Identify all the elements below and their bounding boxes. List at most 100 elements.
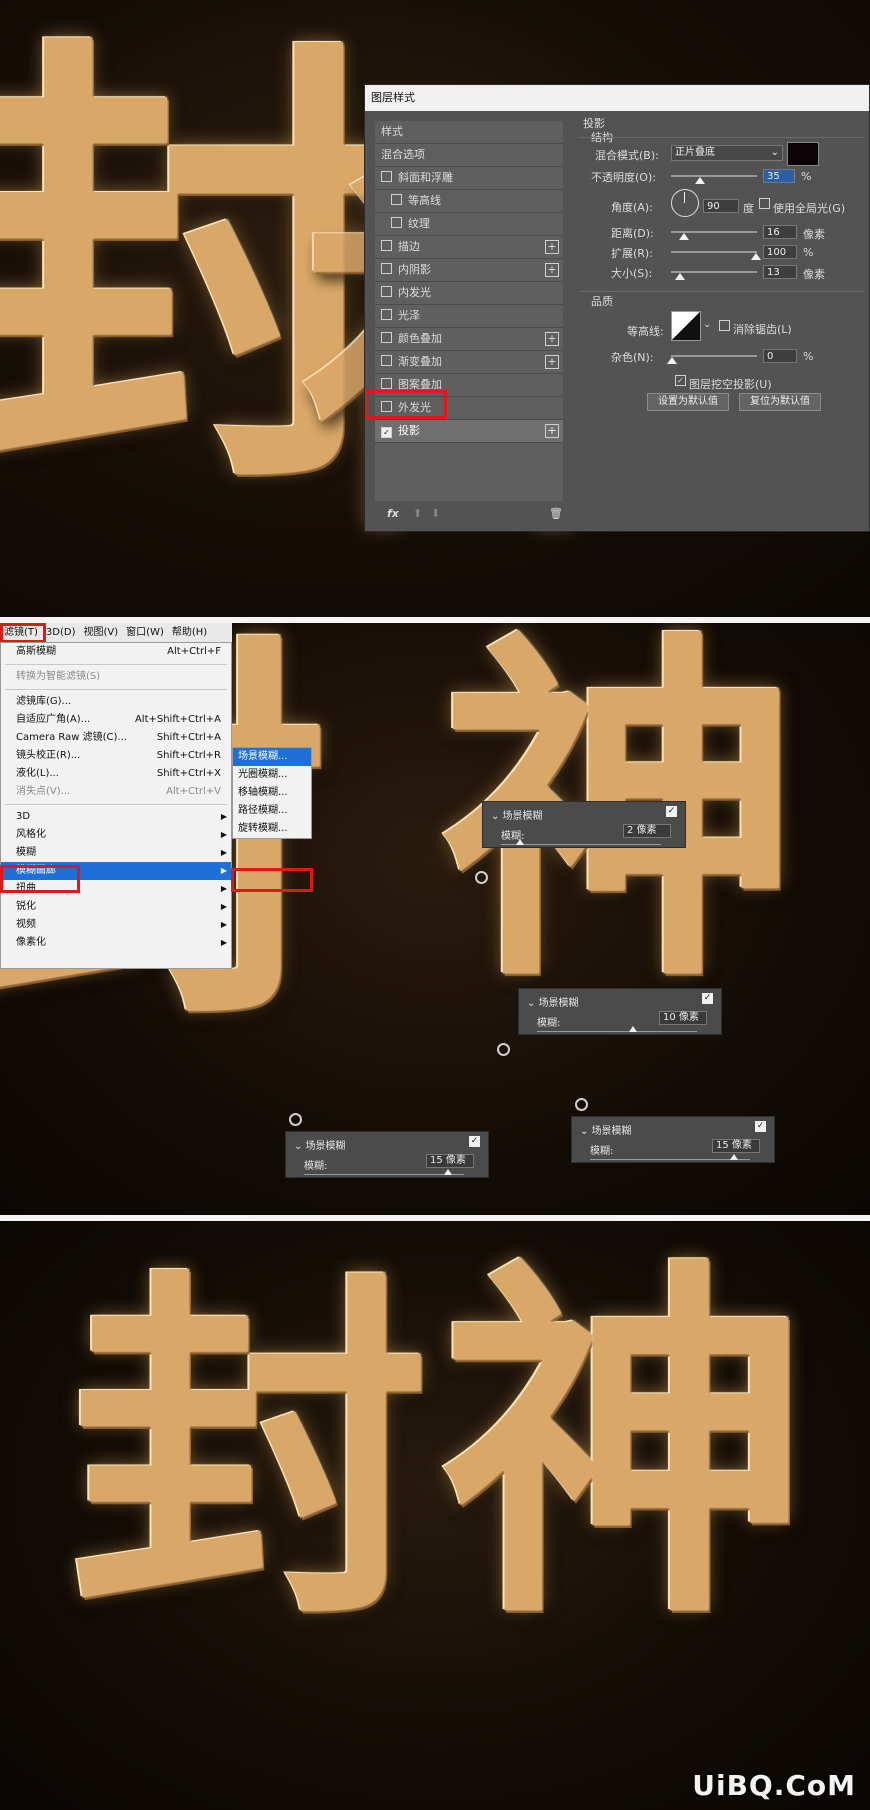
style-checkbox[interactable]: [391, 194, 402, 205]
menu-3[interactable]: 窗口(W): [122, 623, 168, 642]
contour-preview[interactable]: [671, 311, 701, 341]
blur-enable-checkbox[interactable]: ✓: [469, 1136, 480, 1147]
blend-options[interactable]: 混合选项: [375, 144, 563, 167]
style-checkbox[interactable]: [381, 240, 392, 251]
filter-menu-item[interactable]: 视频 ▶: [1, 916, 231, 934]
style-item[interactable]: 渐变叠加 +: [375, 351, 563, 374]
move-up-icon[interactable]: ⬆: [413, 507, 422, 520]
noise-slider[interactable]: [671, 355, 757, 357]
blur-slider-thumb[interactable]: [516, 839, 525, 845]
blur-pin[interactable]: [289, 1113, 302, 1126]
distance-thumb[interactable]: [679, 233, 689, 240]
blur-slider[interactable]: [501, 844, 661, 845]
filter-menu-item[interactable]: Camera Raw 滤镜(C)... Shift+Ctrl+A: [1, 729, 231, 747]
style-item[interactable]: 斜面和浮雕: [375, 167, 563, 190]
blur-value-input[interactable]: 15 像素: [426, 1154, 474, 1168]
blur-widget-4[interactable]: ⌄ 场景模糊 ✓ 模糊: 15 像素: [571, 1116, 775, 1163]
style-item[interactable]: 描边 +: [375, 236, 563, 259]
style-checkbox[interactable]: [391, 217, 402, 228]
add-icon[interactable]: +: [545, 355, 559, 369]
global-light-checkbox[interactable]: [759, 198, 770, 209]
blur-gallery-item[interactable]: 场景模糊...: [233, 748, 311, 766]
blur-pin[interactable]: [475, 871, 488, 884]
style-checkbox[interactable]: [381, 332, 392, 343]
filter-menu-item[interactable]: 液化(L)... Shift+Ctrl+X: [1, 765, 231, 783]
blur-pin[interactable]: [575, 1098, 588, 1111]
blur-value-input[interactable]: 2 像素: [623, 824, 671, 838]
add-icon[interactable]: +: [545, 424, 559, 438]
angle-input[interactable]: 90: [703, 199, 739, 213]
add-icon[interactable]: +: [545, 240, 559, 254]
blur-enable-checkbox[interactable]: ✓: [666, 806, 677, 817]
filter-menu-item[interactable]: 模糊 ▶: [1, 844, 231, 862]
styles-header[interactable]: 样式: [375, 121, 563, 144]
noise-input[interactable]: 0: [763, 349, 797, 363]
blur-gallery-item[interactable]: 旋转模糊...: [233, 820, 311, 838]
style-item[interactable]: 光泽: [375, 305, 563, 328]
blur-widget-2[interactable]: ⌄ 场景模糊 ✓ 模糊: 10 像素: [518, 988, 722, 1035]
style-checkbox[interactable]: [381, 355, 392, 366]
size-input[interactable]: 13: [763, 265, 797, 279]
distance-input[interactable]: 16: [763, 225, 797, 239]
filter-menu-item[interactable]: 像素化 ▶: [1, 934, 231, 952]
knockout-checkbox[interactable]: ✓: [675, 375, 686, 386]
noise-thumb[interactable]: [667, 357, 677, 364]
filter-menu-item[interactable]: 锐化 ▶: [1, 898, 231, 916]
style-checkbox[interactable]: [381, 171, 392, 182]
opacity-thumb[interactable]: [695, 177, 705, 184]
blur-widget-3[interactable]: ⌄ 场景模糊 ✓ 模糊: 15 像素: [285, 1131, 489, 1178]
blur-slider[interactable]: [537, 1031, 697, 1032]
menu-1[interactable]: 3D(D): [42, 623, 80, 642]
opacity-slider[interactable]: [671, 175, 757, 177]
menu-2[interactable]: 视图(V): [80, 623, 123, 642]
style-item[interactable]: ✓ 投影 +: [375, 420, 563, 443]
blur-pin[interactable]: [497, 1043, 510, 1056]
blur-gallery-item[interactable]: 路径模糊...: [233, 802, 311, 820]
filter-menu-item[interactable]: 滤镜库(G)...: [1, 693, 231, 711]
spread-input[interactable]: 100: [763, 245, 797, 259]
blur-widget-1[interactable]: ⌄ 场景模糊 ✓ 模糊: 2 像素: [482, 801, 686, 848]
style-item[interactable]: 等高线: [375, 190, 563, 213]
angle-dial[interactable]: [671, 189, 699, 217]
style-item[interactable]: 内发光: [375, 282, 563, 305]
blur-enable-checkbox[interactable]: ✓: [755, 1121, 766, 1132]
blur-value-input[interactable]: 10 像素: [659, 1011, 707, 1025]
filter-menu-item[interactable]: 自适应广角(A)... Alt+Shift+Ctrl+A: [1, 711, 231, 729]
menu-4[interactable]: 帮助(H): [168, 623, 211, 642]
filter-menu-item[interactable]: 高斯模糊 Alt+Ctrl+F: [1, 643, 231, 661]
style-item[interactable]: 纹理: [375, 213, 563, 236]
move-down-icon[interactable]: ⬇: [431, 507, 440, 520]
blur-slider-thumb[interactable]: [444, 1169, 452, 1175]
add-icon[interactable]: +: [545, 332, 559, 346]
filter-menu-item[interactable]: 镜头校正(R)... Shift+Ctrl+R: [1, 747, 231, 765]
style-checkbox[interactable]: ✓: [381, 427, 392, 438]
antialias-checkbox[interactable]: [719, 320, 730, 331]
add-icon[interactable]: +: [545, 263, 559, 277]
style-checkbox[interactable]: [381, 263, 392, 274]
size-thumb[interactable]: [675, 273, 685, 280]
trash-icon[interactable]: 🗑: [549, 507, 563, 520]
style-checkbox[interactable]: [381, 286, 392, 297]
set-default-button[interactable]: 设置为默认值: [647, 393, 729, 411]
blur-slider[interactable]: [590, 1159, 750, 1160]
blend-mode-select[interactable]: 正片叠底 ⌄: [671, 145, 783, 161]
blur-slider-thumb[interactable]: [629, 1026, 637, 1032]
spread-thumb[interactable]: [751, 253, 761, 260]
blur-enable-checkbox[interactable]: ✓: [702, 993, 713, 1004]
blur-gallery-item[interactable]: 光圈模糊...: [233, 766, 311, 784]
spread-slider[interactable]: [671, 251, 757, 253]
style-checkbox[interactable]: [381, 378, 392, 389]
chevron-down-icon[interactable]: ⌄: [703, 319, 711, 330]
filter-menu-item[interactable]: 3D ▶: [1, 808, 231, 826]
shadow-color-swatch[interactable]: [787, 142, 819, 166]
blur-slider-thumb[interactable]: [730, 1154, 738, 1160]
filter-menu-item[interactable]: 风格化 ▶: [1, 826, 231, 844]
blur-gallery-item[interactable]: 移轴模糊...: [233, 784, 311, 802]
style-item[interactable]: 颜色叠加 +: [375, 328, 563, 351]
blur-slider[interactable]: [304, 1174, 464, 1175]
opacity-input[interactable]: 35: [763, 169, 795, 183]
fx-icon[interactable]: fx: [387, 507, 399, 520]
style-checkbox[interactable]: [381, 309, 392, 320]
blur-value-input[interactable]: 15 像素: [712, 1139, 760, 1153]
reset-default-button[interactable]: 复位为默认值: [739, 393, 821, 411]
